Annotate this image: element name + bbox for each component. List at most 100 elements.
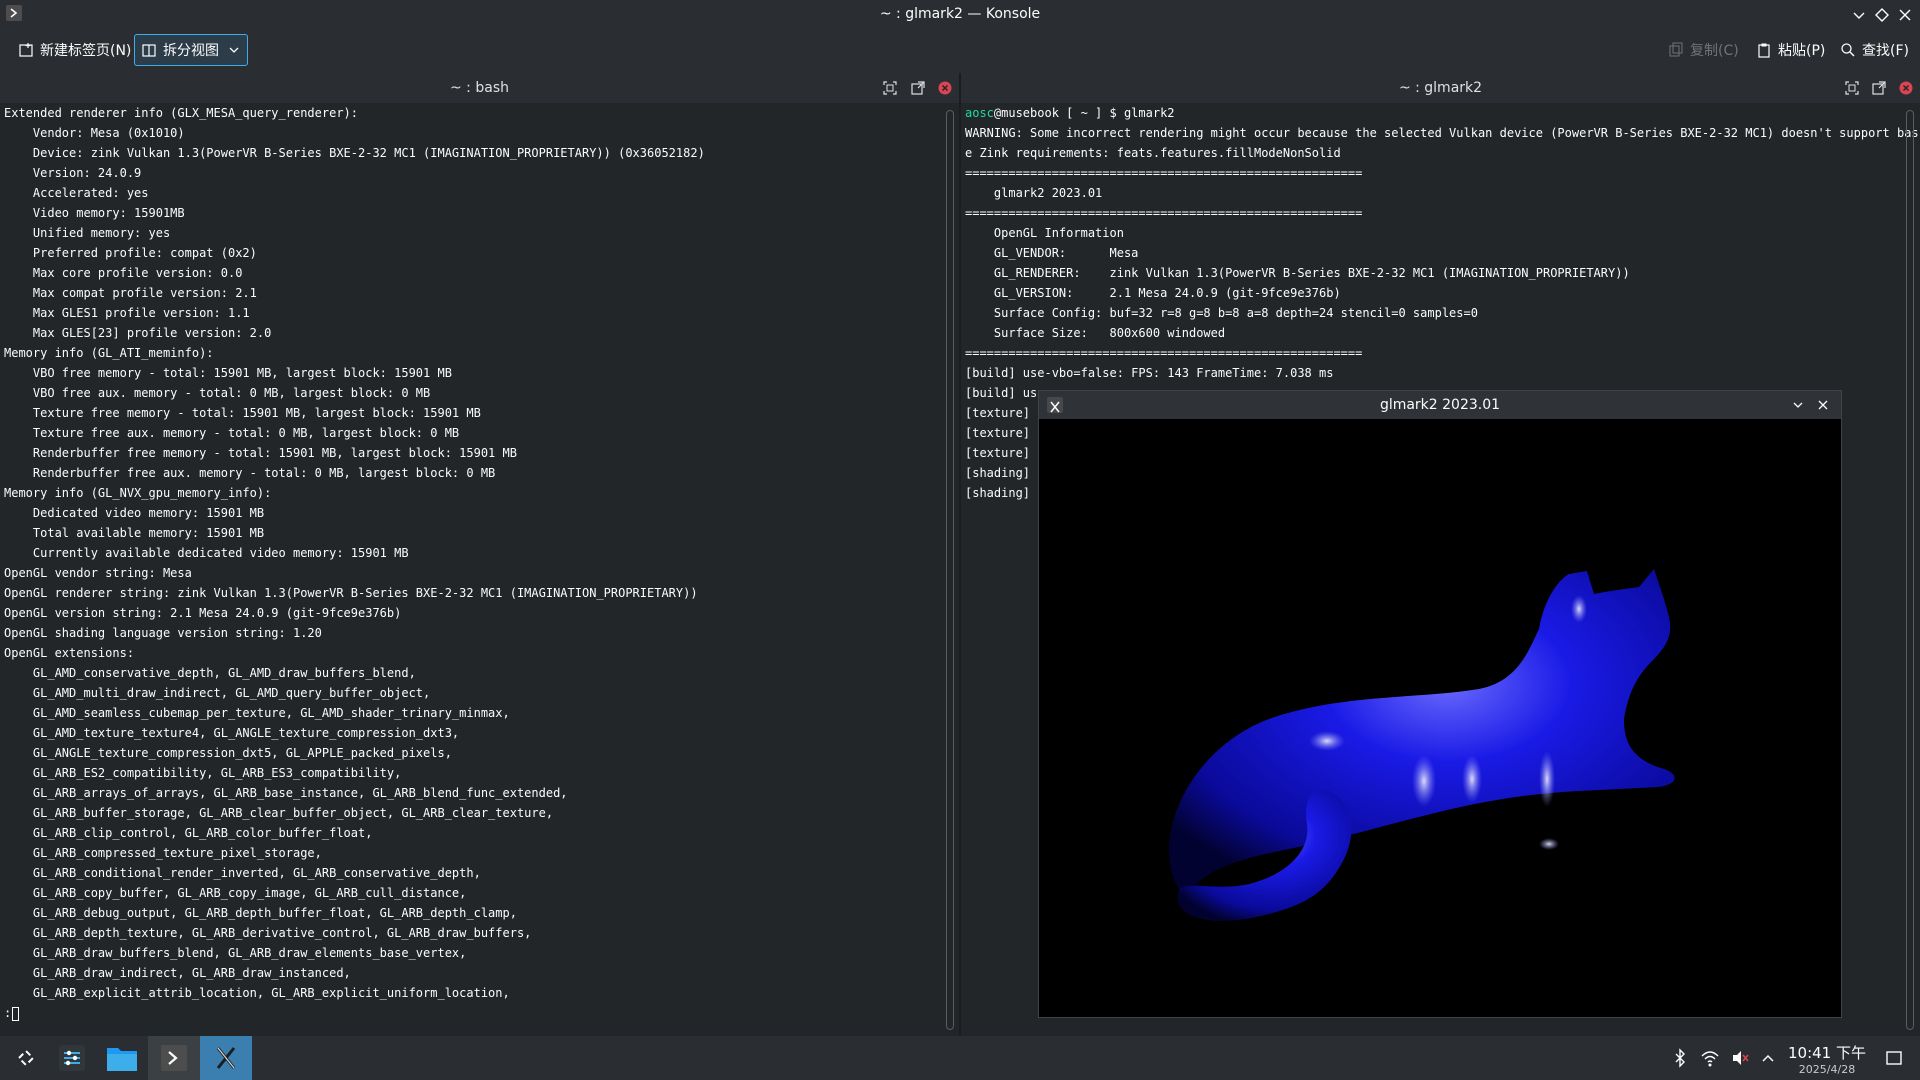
new-tab-label: 新建标签页(N) xyxy=(40,43,132,59)
terminal-line: GL_AMD_conservative_depth, GL_AMD_draw_b… xyxy=(4,666,416,680)
close-icon[interactable] xyxy=(1896,6,1914,24)
terminal-line: GL_ARB_arrays_of_arrays, GL_ARB_base_ins… xyxy=(4,786,568,800)
copy-icon xyxy=(1669,42,1683,57)
find-label: 查找(F) xyxy=(1862,43,1909,59)
terminal-line: Total available memory: 15901 MB xyxy=(4,526,265,540)
new-tab-icon xyxy=(19,43,33,57)
terminal-line: GL_AMD_multi_draw_indirect, GL_AMD_query… xyxy=(4,686,431,700)
terminal-line: GL_ARB_explicit_attrib_location, GL_ARB_… xyxy=(4,986,510,1000)
terminal-line: Memory info (GL_NVX_gpu_memory_info): xyxy=(4,486,272,500)
prompt-user: aosc xyxy=(965,106,994,120)
terminal-line: Texture free aux. memory - total: 0 MB, … xyxy=(4,426,460,440)
prompt-command: @musebook [ ~ ] $ glmark2 xyxy=(993,106,1175,120)
new-tab-button[interactable]: 新建标签页(N) xyxy=(12,34,137,66)
x11-app-icon xyxy=(1047,397,1063,413)
paste-icon xyxy=(1758,43,1770,58)
app-launcher-icon[interactable] xyxy=(0,1036,52,1080)
terminal-line: GL_ARB_draw_indirect, GL_ARB_draw_instan… xyxy=(4,966,351,980)
terminal-line: GL_ARB_draw_buffers_blend, GL_ARB_draw_e… xyxy=(4,946,467,960)
terminal-line: Vendor: Mesa (0x1010) xyxy=(4,126,185,140)
glmark2-taskbar-icon[interactable] xyxy=(200,1036,252,1080)
terminal-line: Preferred profile: compat (0x2) xyxy=(4,246,257,260)
terminal-line: [build] use-vbo=false: FPS: 143 FrameTim… xyxy=(965,366,1334,380)
paste-label: 粘贴(P) xyxy=(1778,43,1826,59)
maximize-pane-icon[interactable] xyxy=(1845,81,1859,95)
minimize-icon[interactable] xyxy=(1850,6,1868,24)
toolbar: 新建标签页(N) 拆分视图 复制(C) 粘贴(P) 查找(F) xyxy=(0,29,1920,73)
terminal-line: : xyxy=(4,1003,705,1023)
paste-button[interactable]: 粘贴(P) xyxy=(1750,34,1831,66)
terminal-line: Max GLES1 profile version: 1.1 xyxy=(4,306,250,320)
terminal-line: Extended renderer info (GLX_MESA_query_r… xyxy=(4,106,359,120)
terminal-line: Device: zink Vulkan 1.3(PowerVR B-Series… xyxy=(4,146,705,160)
volume-muted-icon[interactable] xyxy=(1730,1048,1750,1068)
window-title: ~ : glmark2 — Konsole xyxy=(879,6,1041,22)
copy-button[interactable]: 复制(C) xyxy=(1662,34,1745,66)
terminal-line: GL_ARB_buffer_storage, GL_ARB_clear_buff… xyxy=(4,806,554,820)
terminal-line: Memory info (GL_ATI_meminfo): xyxy=(4,346,214,360)
close-pane-icon[interactable] xyxy=(1899,81,1913,95)
terminal-line: ========================================… xyxy=(965,166,1363,180)
scrollbar-right[interactable] xyxy=(1906,110,1914,1030)
pane-header-left: ~ : bash xyxy=(0,73,959,103)
terminal-line: ========================================… xyxy=(965,346,1363,360)
clock-date: 2025/4/28 xyxy=(1798,1063,1856,1076)
maximize-pane-icon[interactable] xyxy=(883,81,897,95)
terminal-line: VBO free memory - total: 15901 MB, large… xyxy=(4,366,452,380)
terminal-line: GL_ANGLE_texture_compression_dxt5, GL_AP… xyxy=(4,746,452,760)
terminal-line: GL_ARB_debug_output, GL_ARB_depth_buffer… xyxy=(4,906,517,920)
terminal-line: GL_ARB_copy_buffer, GL_ARB_copy_image, G… xyxy=(4,886,467,900)
terminal-line: Video memory: 15901MB xyxy=(4,206,185,220)
minimize-icon[interactable] xyxy=(1791,398,1805,412)
terminal-line: Texture free memory - total: 15901 MB, l… xyxy=(4,406,481,420)
terminal-line: OpenGL shading language version string: … xyxy=(4,626,322,640)
taskbar: 10:41 下午 2025/4/28 xyxy=(0,1036,1920,1080)
show-desktop-icon[interactable] xyxy=(1884,1048,1904,1068)
terminal-line: OpenGL renderer string: zink Vulkan 1.3(… xyxy=(4,586,698,600)
detach-pane-icon[interactable] xyxy=(911,81,925,95)
rendered-cat-model xyxy=(1169,569,1675,921)
pane-title-left: ~ : bash xyxy=(450,80,509,96)
terminal-pane-left[interactable]: ~ : bash Extended renderer info (GLX_MES… xyxy=(0,73,959,1036)
terminal-line: GL_AMD_texture_texture4, GL_ANGLE_textur… xyxy=(4,726,460,740)
terminal-line: GL_ARB_ES2_compatibility, GL_ARB_ES3_com… xyxy=(4,766,402,780)
terminal-line: Dedicated video memory: 15901 MB xyxy=(4,506,265,520)
maximize-icon[interactable] xyxy=(1873,6,1891,24)
terminal-line: Max core profile version: 0.0 xyxy=(4,266,243,280)
terminal-line: GL_ARB_compressed_texture_pixel_storage, xyxy=(4,846,322,860)
copy-label: 复制(C) xyxy=(1690,43,1739,59)
glmark2-titlebar[interactable]: glmark2 2023.01 xyxy=(1039,391,1841,419)
clock-time: 10:41 下午 xyxy=(1788,1044,1866,1062)
terminal-output-left[interactable]: Extended renderer info (GLX_MESA_query_r… xyxy=(4,103,705,1023)
terminal-line: GL_ARB_depth_texture, GL_ARB_derivative_… xyxy=(4,926,532,940)
find-button[interactable]: 查找(F) xyxy=(1834,34,1915,66)
terminal-line: GL_RENDERER: zink Vulkan 1.3(PowerVR B-S… xyxy=(965,266,1630,280)
terminal-line: Surface Size: 800x600 windowed xyxy=(965,326,1226,340)
system-settings-icon[interactable] xyxy=(46,1036,98,1080)
wifi-icon[interactable] xyxy=(1700,1048,1720,1068)
chevron-up-icon[interactable] xyxy=(1758,1048,1778,1068)
bluetooth-icon[interactable] xyxy=(1670,1048,1690,1068)
terminal-line: OpenGL vendor string: Mesa xyxy=(4,566,192,580)
terminal-line: Renderbuffer free aux. memory - total: 0… xyxy=(4,466,496,480)
terminal-line: Currently available dedicated video memo… xyxy=(4,546,409,560)
prompt-line: aosc@musebook [ ~ ] $ glmark2 xyxy=(965,103,1919,123)
search-icon xyxy=(1841,43,1855,57)
split-view-button[interactable]: 拆分视图 xyxy=(134,34,248,66)
close-icon[interactable] xyxy=(1816,398,1830,412)
glmark2-title: glmark2 2023.01 xyxy=(1379,397,1501,413)
terminal-line: GL_ARB_clip_control, GL_ARB_color_buffer… xyxy=(4,826,373,840)
clock[interactable]: 10:41 下午 2025/4/28 xyxy=(1782,1042,1872,1076)
close-pane-icon[interactable] xyxy=(938,81,952,95)
glmark2-window[interactable]: glmark2 2023.01 xyxy=(1038,390,1842,1018)
detach-pane-icon[interactable] xyxy=(1872,81,1886,95)
terminal-line: Surface Config: buf=32 r=8 g=8 b=8 a=8 d… xyxy=(965,306,1478,320)
scrollbar-left[interactable] xyxy=(946,110,954,1030)
pane-title-right: ~ : glmark2 xyxy=(1398,80,1483,96)
konsole-taskbar-icon[interactable] xyxy=(148,1036,200,1080)
terminal-line: Renderbuffer free memory - total: 15901 … xyxy=(4,446,517,460)
file-manager-icon[interactable] xyxy=(96,1036,148,1080)
window-titlebar[interactable]: ~ : glmark2 — Konsole xyxy=(0,0,1920,29)
terminal-line: OpenGL Information xyxy=(965,226,1124,240)
terminal-line: GL_ARB_conditional_render_inverted, GL_A… xyxy=(4,866,481,880)
